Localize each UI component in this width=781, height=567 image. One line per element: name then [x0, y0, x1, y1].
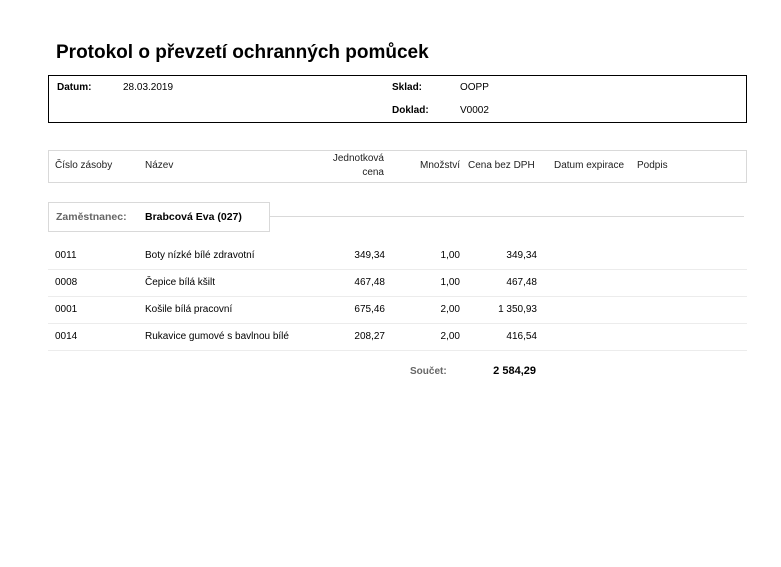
cell-cislo: 0008	[55, 277, 78, 288]
col-jednotkova-cena-line1: Jednotková	[332, 153, 384, 164]
sklad-value: OOPP	[460, 82, 489, 93]
table-row: 0011 Boty nízké bílé zdravotní 349,34 1,…	[48, 243, 747, 270]
total-value: 2 584,29	[493, 365, 536, 377]
col-jednotkova-cena-line2: cena	[362, 167, 384, 178]
col-nazev: Název	[145, 160, 174, 171]
cell-nazev: Rukavice gumové s bavlnou bílé	[145, 331, 289, 342]
items-table: 0011 Boty nízké bílé zdravotní 349,34 1,…	[48, 243, 747, 351]
cell-jednotkova-cena: 349,34	[354, 250, 385, 261]
cell-nazev: Boty nízké bílé zdravotní	[145, 250, 255, 261]
col-cislo-zasoby: Číslo zásoby	[55, 160, 113, 171]
cell-mnozstvi: 1,00	[440, 250, 460, 261]
employee-label: Zaměstnanec:	[56, 211, 127, 223]
cell-cena-bez-dph: 349,34	[506, 250, 537, 261]
datum-value: 28.03.2019	[123, 82, 174, 93]
col-podpis: Podpis	[637, 160, 668, 171]
cell-nazev: Košile bílá pracovní	[145, 304, 233, 315]
col-cena-bez-dph: Cena bez DPH	[468, 160, 535, 171]
datum-label: Datum:	[57, 82, 92, 93]
cell-mnozstvi: 1,00	[440, 277, 460, 288]
cell-jednotkova-cena: 208,27	[354, 331, 385, 342]
employee-group-divider	[269, 216, 744, 217]
col-mnozstvi: Množství	[419, 160, 460, 171]
cell-cena-bez-dph: 416,54	[506, 331, 537, 342]
doklad-label: Doklad:	[392, 105, 429, 116]
cell-jednotkova-cena: 675,46	[354, 304, 385, 315]
cell-cislo: 0001	[55, 304, 78, 315]
cell-jednotkova-cena: 467,48	[354, 277, 385, 288]
document-title: Protokol o převzetí ochranných pomůcek	[56, 42, 429, 63]
cell-nazev: Čepice bílá kšilt	[145, 277, 216, 288]
cell-mnozstvi: 2,00	[440, 304, 460, 315]
employee-name: Brabcová Eva (027)	[145, 211, 242, 223]
cell-cislo: 0014	[55, 331, 78, 342]
cell-cena-bez-dph: 467,48	[506, 277, 537, 288]
table-row: 0001 Košile bílá pracovní 675,46 2,00 1 …	[48, 297, 747, 324]
cell-cena-bez-dph: 1 350,93	[498, 304, 537, 315]
doklad-value: V0002	[460, 105, 489, 116]
sklad-label: Sklad:	[392, 82, 423, 93]
total-label: Součet:	[410, 366, 447, 377]
table-row: 0008 Čepice bílá kšilt 467,48 1,00 467,4…	[48, 270, 747, 297]
cell-mnozstvi: 2,00	[440, 331, 460, 342]
col-datum-expirace: Datum expirace	[554, 160, 625, 171]
table-row: 0014 Rukavice gumové s bavlnou bílé 208,…	[48, 324, 747, 351]
cell-cislo: 0011	[55, 250, 77, 261]
